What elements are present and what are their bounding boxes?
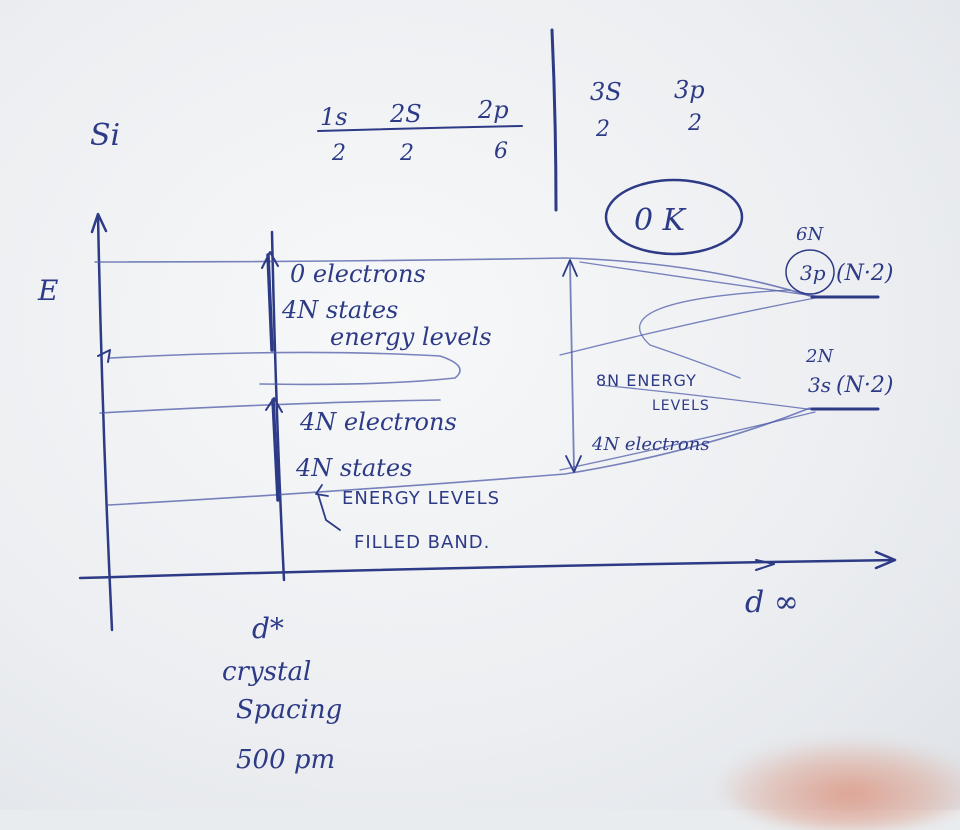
loop-curve: [638, 289, 791, 379]
band-diagram: Si 1s 2 2S 2 2p 6 3S 2 3p 2 0 K E d ∞ 6N…: [37, 28, 897, 775]
count-3s: 2: [595, 117, 610, 142]
spacing-marker: d*: [252, 612, 284, 645]
energy-axis-label: E: [37, 274, 58, 307]
upper-band-bracket: [266, 253, 274, 352]
upper-band-electrons: 0 electrons: [290, 260, 426, 288]
upper-band-levels: energy levels: [330, 323, 492, 351]
level-3s-top: 2N: [805, 346, 834, 367]
converge-upper-b: [559, 297, 816, 356]
element-label: Si: [90, 118, 120, 153]
lower-band-levels: ENERGY LEVELS: [342, 488, 500, 509]
middle-energy-levels: 8N ENERGY: [596, 371, 697, 390]
lower-band-electrons: 4N electrons: [299, 408, 457, 436]
orbital-2s: 2S: [389, 100, 422, 128]
level-3p-paren: (N·2): [836, 261, 893, 286]
orbital-3p: 3p: [674, 76, 705, 104]
spacing-word: Spacing: [236, 695, 342, 725]
orbital-3s: 3S: [590, 78, 622, 106]
band-marker-arrow: [97, 349, 111, 363]
level-3s-label: 3s: [808, 373, 831, 397]
middle-levels: LEVELS: [652, 398, 710, 414]
orbital-1s: 1s: [320, 103, 348, 131]
count-3p: 2: [687, 111, 702, 136]
upper-band-bottom-line: [109, 351, 461, 386]
upper-band-states: 4N states: [281, 296, 398, 324]
energy-axis: [96, 213, 114, 632]
spacing-crystal: crystal: [222, 657, 311, 687]
orbital-2p: 2p: [477, 96, 509, 124]
level-3p-top: 6N: [796, 224, 824, 245]
count-2s: 2: [399, 141, 414, 166]
lower-band-filled: FILLED BAND.: [354, 532, 490, 553]
temperature-label: 0 K: [634, 203, 687, 238]
middle-electrons: 4N electrons: [591, 434, 710, 455]
distance-axis-label: d ∞: [745, 585, 799, 620]
count-2p: 6: [494, 139, 508, 164]
upper-band-top-line: [94, 257, 811, 297]
hand-shadow: [720, 740, 960, 830]
level-3p-label: 3p: [800, 261, 826, 285]
lower-band-states: 4N states: [295, 454, 412, 482]
whiteboard: Si 1s 2 2S 2 2p 6 3S 2 3p 2 0 K E d ∞ 6N…: [0, 0, 960, 830]
core-valence-divider: [550, 28, 558, 212]
spacing-value: 500 pm: [236, 745, 335, 775]
level-3s-paren: (N·2): [836, 373, 893, 398]
lower-band-pointer: [317, 493, 341, 531]
count-1s: 2: [331, 141, 346, 166]
middle-double-arrow: [569, 261, 575, 471]
